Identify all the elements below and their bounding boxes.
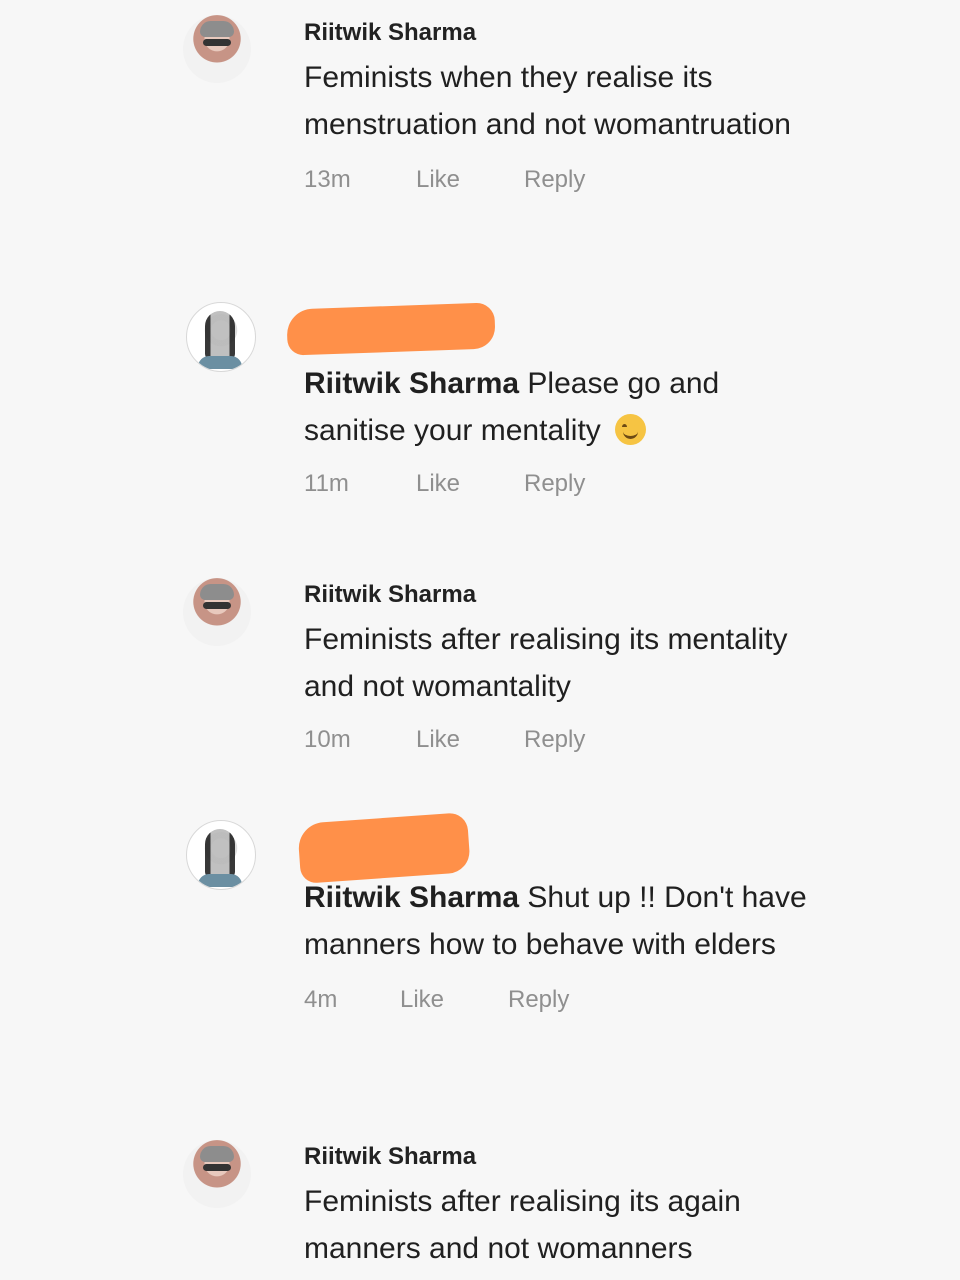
comment-actions: 4m Like Reply [304, 982, 864, 1018]
redacted-name-scribble [286, 302, 496, 356]
comment-time: 4m [304, 986, 338, 1013]
comment-author[interactable]: Riitwik Sharma [304, 1142, 864, 1172]
comment-time: 13m [304, 166, 351, 193]
comment-text: Feminists after realising its again mann… [304, 1185, 741, 1265]
like-button[interactable]: Like [416, 466, 460, 502]
commenter-avatar[interactable] [186, 302, 256, 372]
comment-time: 10m [304, 726, 351, 753]
commenter-avatar[interactable] [183, 1140, 251, 1208]
comment-thread: Riitwik Sharma Feminists when they reali… [0, 0, 960, 1280]
like-button[interactable]: Like [416, 162, 460, 198]
reply-button[interactable]: Reply [524, 722, 585, 758]
comment-text: Riitwik Sharma Please go and sanitise yo… [304, 360, 804, 454]
like-button[interactable]: Like [416, 722, 460, 758]
commenter-avatar[interactable] [183, 15, 251, 83]
comment-time: 11m [304, 470, 349, 497]
comment-actions: 10m Like Reply [304, 722, 864, 758]
reply-button[interactable]: Reply [524, 162, 585, 198]
reply-button[interactable]: Reply [524, 466, 585, 502]
comment-author[interactable]: Riitwik Sharma [304, 580, 864, 610]
mentioned-user[interactable]: Riitwik Sharma [304, 881, 519, 914]
like-button[interactable]: Like [400, 982, 444, 1018]
reply-button[interactable]: Reply [508, 982, 569, 1018]
smiling-face-icon [615, 414, 647, 445]
comment-text: Riitwik Sharma Shut up !! Don't have man… [304, 874, 864, 968]
mentioned-user[interactable]: Riitwik Sharma [304, 367, 519, 400]
comment-author[interactable]: Riitwik Sharma [304, 18, 864, 48]
comment-text: Feminists after realising its mentality … [304, 623, 788, 703]
comment-actions: 11m Like Reply [304, 466, 864, 502]
commenter-avatar[interactable] [186, 820, 256, 890]
comment-text: Feminists when they realise its menstrua… [304, 61, 791, 141]
comment-actions: 13m Like Reply [304, 162, 864, 198]
commenter-avatar[interactable] [183, 578, 251, 646]
